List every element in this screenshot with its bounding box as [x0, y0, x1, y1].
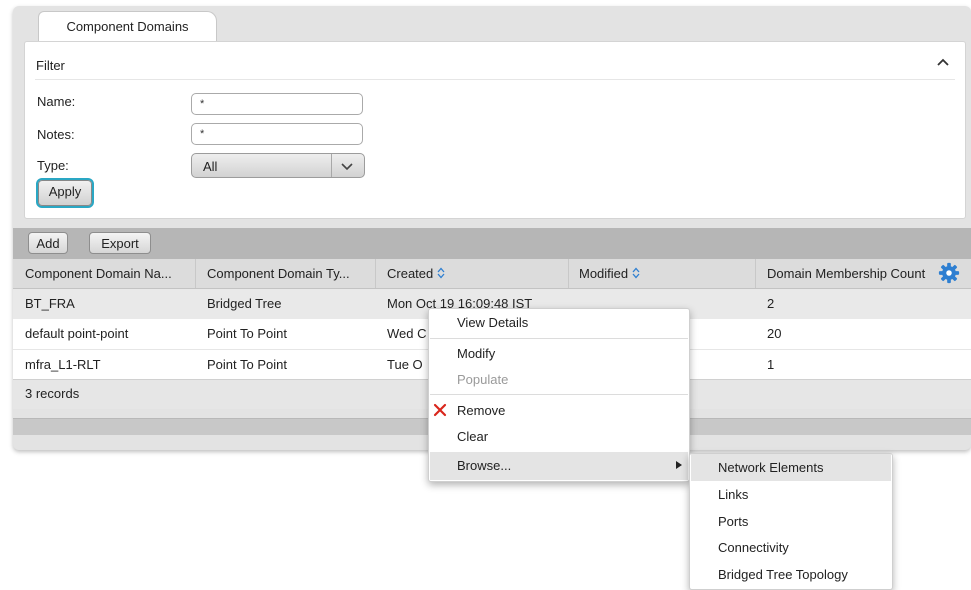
- column-header-name[interactable]: Component Domain Na...: [25, 259, 172, 289]
- submenu-item-ports[interactable]: Ports: [718, 514, 748, 529]
- cell-name: default point-point: [25, 326, 129, 341]
- menu-item-browse-label: Browse...: [457, 458, 512, 473]
- cell-count: 20: [767, 326, 782, 341]
- menu-item-remove[interactable]: Remove: [457, 403, 505, 418]
- notes-label: Notes:: [37, 127, 75, 142]
- apply-button[interactable]: Apply: [36, 178, 94, 208]
- menu-separator: [430, 338, 688, 339]
- records-count: 3 records: [25, 386, 80, 401]
- notes-field[interactable]: *: [191, 123, 363, 145]
- submenu-item-links[interactable]: Links: [718, 487, 748, 502]
- sort-icon[interactable]: [437, 267, 445, 279]
- table-header: Component Domain Na... Component Domain …: [13, 259, 971, 289]
- cell-type: Point To Point: [207, 357, 287, 372]
- filter-title: Filter: [36, 58, 65, 73]
- menu-separator: [430, 394, 688, 395]
- type-select[interactable]: All: [191, 153, 365, 178]
- type-label: Type:: [37, 158, 69, 173]
- tab-component-domains[interactable]: Component Domains: [38, 11, 217, 42]
- cell-name: BT_FRA: [25, 296, 75, 311]
- add-button[interactable]: Add: [28, 232, 68, 254]
- filter-divider: [35, 79, 955, 80]
- cell-count: 2: [767, 296, 775, 311]
- browse-submenu: Network Elements Links Ports Connectivit…: [689, 453, 893, 590]
- select-divider: [331, 154, 332, 177]
- cell-type: Bridged Tree: [207, 296, 282, 311]
- name-field[interactable]: *: [191, 93, 363, 115]
- submenu-item-network-elements-label: Network Elements: [718, 460, 824, 475]
- menu-item-modify[interactable]: Modify: [457, 346, 495, 361]
- column-divider[interactable]: [375, 259, 376, 288]
- column-divider[interactable]: [568, 259, 569, 288]
- column-header-type[interactable]: Component Domain Ty...: [207, 259, 350, 289]
- cell-name: mfra_L1-RLT: [25, 357, 101, 372]
- cell-created: Wed C: [387, 326, 427, 341]
- context-menu: View Details Modify Populate Remove Clea…: [428, 308, 690, 482]
- menu-item-clear[interactable]: Clear: [457, 429, 488, 444]
- column-divider[interactable]: [755, 259, 756, 288]
- column-header-created-label: Created: [387, 266, 434, 281]
- sort-icon[interactable]: [632, 267, 640, 279]
- submenu-item-network-elements[interactable]: Network Elements: [691, 454, 891, 481]
- column-divider[interactable]: [195, 259, 196, 288]
- cell-type: Point To Point: [207, 326, 287, 341]
- caret-right-icon: [676, 461, 682, 469]
- type-select-value: All: [203, 159, 218, 174]
- menu-item-view-details[interactable]: View Details: [457, 315, 528, 330]
- name-label: Name:: [37, 94, 76, 109]
- gear-icon[interactable]: [938, 262, 960, 284]
- column-header-modified-label: Modified: [579, 266, 629, 281]
- chevron-up-icon[interactable]: [935, 54, 951, 70]
- column-header-count[interactable]: Domain Membership Count: [767, 259, 925, 289]
- submenu-item-connectivity[interactable]: Connectivity: [718, 540, 789, 555]
- remove-icon: [433, 403, 447, 417]
- export-button[interactable]: Export: [89, 232, 151, 254]
- column-header-created[interactable]: Created: [387, 259, 445, 289]
- menu-item-populate[interactable]: Populate: [457, 372, 508, 387]
- column-header-modified[interactable]: Modified: [579, 259, 640, 289]
- menu-item-browse[interactable]: Browse...: [430, 452, 688, 480]
- submenu-item-bridged-tree-topology[interactable]: Bridged Tree Topology: [718, 567, 848, 582]
- cell-count: 1: [767, 357, 775, 372]
- grid-toolbar: Add Export: [13, 228, 971, 259]
- filter-section: Filter Name: * Notes: * Type: All Apply: [24, 41, 966, 219]
- chevron-down-icon: [341, 163, 353, 171]
- cell-created: Tue O: [387, 357, 423, 372]
